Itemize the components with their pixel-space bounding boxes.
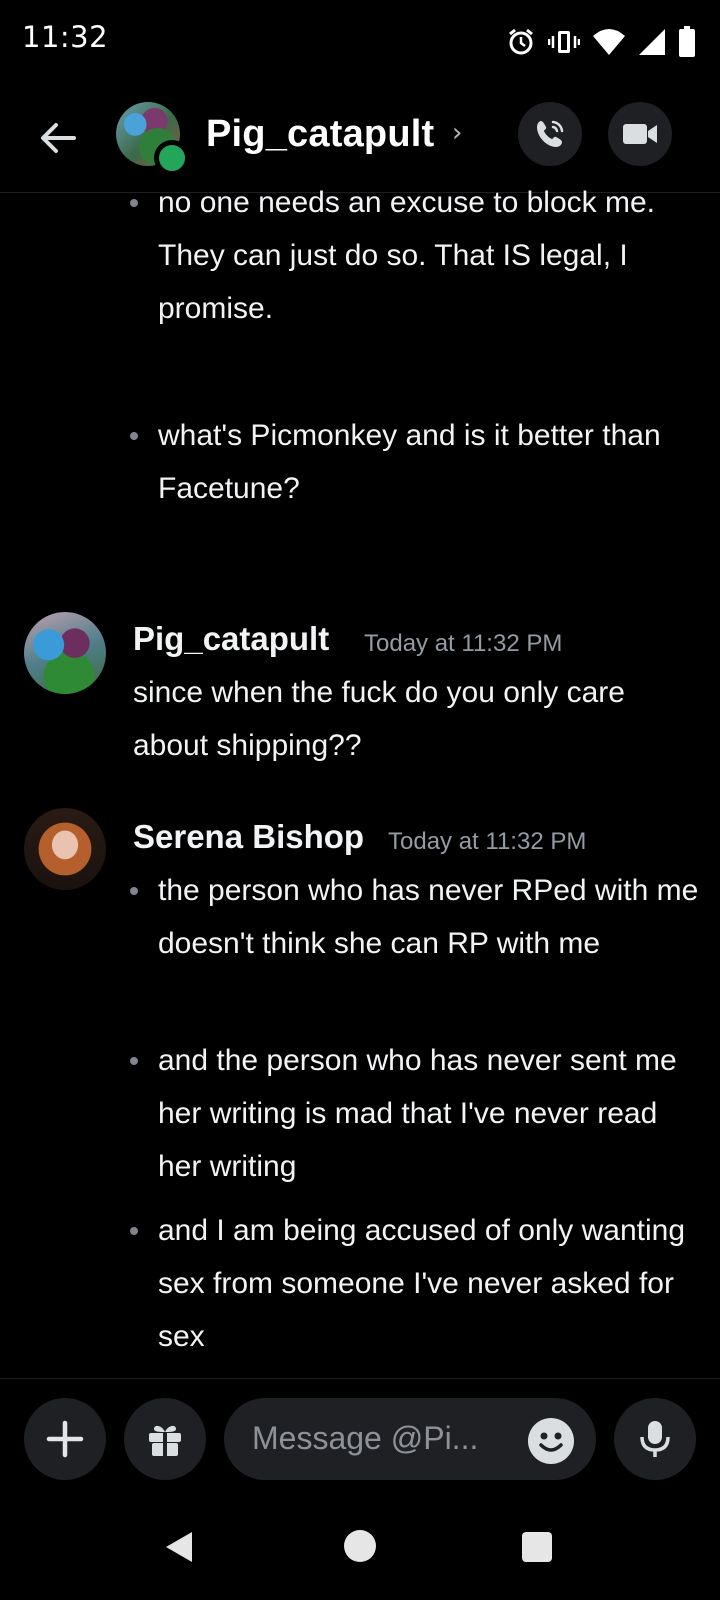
plus-icon	[46, 1420, 84, 1458]
avatar[interactable]	[24, 808, 106, 890]
video-call-button[interactable]	[608, 102, 672, 166]
emoji-button[interactable]	[528, 1418, 574, 1464]
composer-divider	[0, 1378, 720, 1379]
nav-home-button[interactable]	[344, 1530, 376, 1562]
list-item: the person who has never RPed with me do…	[130, 864, 700, 970]
bullet-dot	[130, 1057, 138, 1065]
voice-call-button[interactable]	[518, 102, 582, 166]
status-time: 11:32	[22, 20, 109, 54]
message-text: since when the fuck do you only care abo…	[133, 676, 625, 762]
message-timestamp: Today at 11:32 PM	[388, 828, 587, 855]
channel-title[interactable]: Pig_catapult	[206, 113, 434, 156]
message-author[interactable]: Serena Bishop	[133, 818, 364, 856]
message-timestamp: Today at 11:32 PM	[364, 630, 563, 657]
bullet-text: what's Picmonkey and is it better than F…	[158, 419, 661, 505]
avatar[interactable]	[24, 612, 106, 694]
bullet-dot	[130, 887, 138, 895]
bullet-dot	[130, 1227, 138, 1235]
bullet-dot	[130, 199, 138, 207]
gift-icon	[149, 1425, 181, 1456]
list-item: and the person who has never sent me her…	[130, 1034, 700, 1193]
nav-recents-button[interactable]	[522, 1532, 552, 1562]
emoji-icon	[539, 1432, 563, 1452]
voice-message-button[interactable]	[614, 1398, 696, 1480]
vibrate-icon	[548, 31, 580, 53]
call-icon	[537, 120, 564, 147]
triangle-back-icon	[166, 1532, 192, 1562]
bullet-dot	[130, 432, 138, 440]
message-input-placeholder[interactable]: Message @Pi...	[252, 1420, 478, 1457]
back-button[interactable]	[36, 116, 80, 160]
wifi-icon	[593, 29, 625, 55]
chevron-right-icon[interactable]: ›	[452, 118, 462, 148]
message-author[interactable]: Pig_catapult	[133, 620, 329, 658]
bullet-text: the person who has never RPed with me do…	[158, 874, 699, 960]
nav-back-button[interactable]	[164, 1530, 194, 1568]
mic-icon	[640, 1421, 670, 1457]
list-item: and I am being accused of only wanting s…	[130, 1204, 700, 1363]
arrow-left-icon	[41, 123, 76, 153]
online-status-indicator	[154, 140, 190, 176]
alarm-icon	[509, 28, 533, 55]
gift-button[interactable]	[124, 1398, 206, 1480]
list-item: no one needs an excuse to block me. They…	[130, 176, 700, 335]
list-item: what's Picmonkey and is it better than F…	[130, 409, 700, 515]
bullet-text: and I am being accused of only wanting s…	[158, 1214, 686, 1353]
battery-icon	[679, 26, 695, 57]
add-attachment-button[interactable]	[24, 1398, 106, 1480]
video-icon	[623, 124, 657, 144]
bullet-text: and the person who has never sent me her…	[158, 1044, 677, 1183]
bullet-text: no one needs an excuse to block me. They…	[158, 186, 655, 325]
status-icons	[506, 26, 696, 58]
cell-signal-icon	[639, 29, 665, 55]
